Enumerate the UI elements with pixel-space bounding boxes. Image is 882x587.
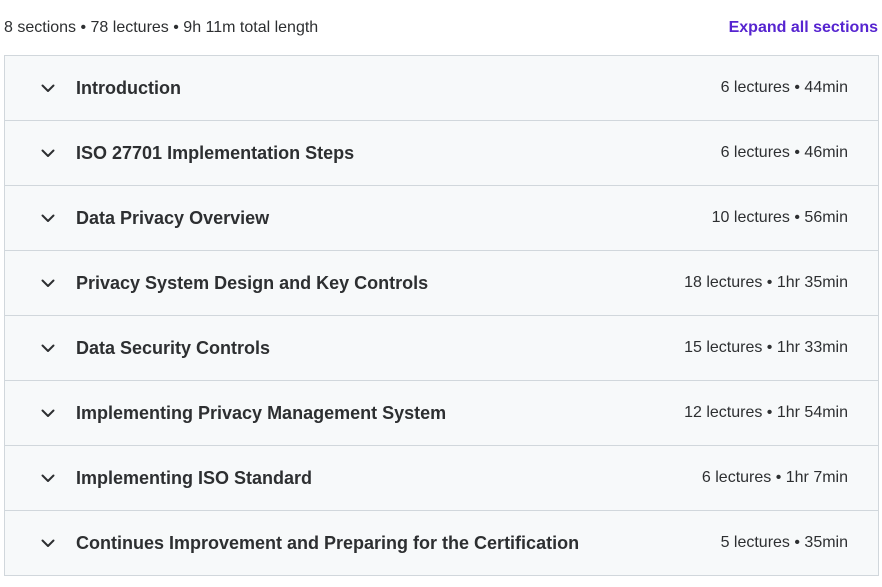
section-title: Privacy System Design and Key Controls — [76, 272, 429, 293]
section-item-2[interactable]: Data Privacy Overview 10 lectures • 56mi… — [5, 186, 878, 251]
section-item-1[interactable]: ISO 27701 Implementation Steps 6 lecture… — [5, 121, 878, 186]
section-list: Introduction 6 lectures • 44min ISO 2770… — [4, 55, 879, 576]
section-meta: 6 lectures • 44min — [720, 79, 848, 96]
section-item-4[interactable]: Data Security Controls 15 lectures • 1hr… — [5, 316, 878, 381]
section-item-6[interactable]: Implementing ISO Standard 6 lectures • 1… — [5, 446, 878, 511]
section-meta: 6 lectures • 46min — [720, 144, 848, 161]
chevron-down-icon — [39, 404, 57, 422]
course-summary-text: 8 sections • 78 lectures • 9h 11m total … — [4, 19, 319, 36]
section-title: Data Security Controls — [76, 337, 271, 358]
section-title: Implementing Privacy Management System — [76, 402, 447, 423]
section-item-7[interactable]: Continues Improvement and Preparing for … — [5, 511, 878, 576]
section-item-0[interactable]: Introduction 6 lectures • 44min — [5, 56, 878, 121]
course-content-panel: 8 sections • 78 lectures • 9h 11m total … — [0, 0, 882, 587]
section-meta: 6 lectures • 1hr 7min — [701, 469, 848, 486]
section-item-5[interactable]: Implementing Privacy Management System 1… — [5, 381, 878, 446]
section-meta: 12 lectures • 1hr 54min — [684, 404, 848, 421]
section-title: Continues Improvement and Preparing for … — [76, 532, 580, 553]
section-title: Data Privacy Overview — [76, 207, 270, 228]
chevron-down-icon — [39, 339, 57, 357]
chevron-down-icon — [39, 534, 57, 552]
section-meta: 18 lectures • 1hr 35min — [684, 274, 848, 291]
section-meta: 5 lectures • 35min — [720, 534, 848, 551]
section-title: ISO 27701 Implementation Steps — [76, 142, 355, 163]
expand-all-sections-button[interactable]: Expand all sections — [729, 19, 878, 37]
chevron-down-icon — [39, 79, 57, 97]
section-item-3[interactable]: Privacy System Design and Key Controls 1… — [5, 251, 878, 316]
chevron-down-icon — [39, 274, 57, 292]
chevron-down-icon — [39, 469, 57, 487]
section-meta: 10 lectures • 56min — [711, 209, 848, 226]
section-title: Implementing ISO Standard — [76, 467, 313, 488]
section-title: Introduction — [76, 77, 181, 98]
course-summary-bar: 8 sections • 78 lectures • 9h 11m total … — [0, 0, 882, 56]
chevron-down-icon — [39, 144, 57, 162]
chevron-down-icon — [39, 209, 57, 227]
section-meta: 15 lectures • 1hr 33min — [684, 339, 848, 356]
